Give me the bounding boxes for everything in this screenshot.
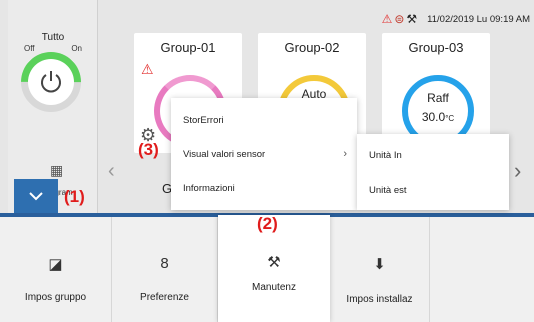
group-settings-icon: ◪ (48, 256, 63, 273)
menu-toggle-button[interactable] (14, 179, 58, 213)
on-label: On (71, 44, 82, 53)
group-title: Group-02 (284, 40, 340, 55)
annotation-2: (2) (257, 214, 278, 233)
bottom-toolbar: ◪ Impos gruppo 8 Preferenze ⚒ Manutenz ⬇… (0, 214, 534, 322)
warning-icon[interactable]: ⚠ (382, 12, 393, 26)
datetime: 11/02/2019 Lu 09:19 AM (427, 13, 530, 25)
maintenance-menu: StorErrori Visual valori sensor › Inform… (171, 98, 357, 210)
group-mode: Raff (427, 91, 449, 105)
toolbar-label: Impos installaz (346, 294, 413, 305)
submenu-item-outdoor-unit[interactable]: Unità est (369, 185, 407, 196)
chevron-right-icon: › (343, 148, 347, 160)
download-icon: ⬇ (373, 256, 386, 273)
maintenance-icon: ⚒ (267, 254, 281, 271)
all-power-label: Tutto (41, 32, 65, 43)
user-icon: 8 (160, 255, 169, 272)
menu-item-sensor-values[interactable]: Visual valori sensor (183, 149, 265, 160)
sensor-submenu: Unità In Unità est (357, 134, 509, 210)
menu-item-error-history[interactable]: StorErrori (183, 115, 224, 126)
calendar-icon: ▦ (50, 162, 64, 178)
group-title: Group-01 (160, 40, 216, 55)
group-title: Group-03 (408, 40, 464, 55)
chevron-down-icon (29, 192, 43, 201)
status-bar: ⚠ ⊜ ⚒ 11/02/2019 Lu 09:19 AM (382, 12, 530, 26)
toolbar-install-settings[interactable]: ⬇ Impos installaz (330, 217, 430, 322)
prev-page-arrow[interactable]: ‹ (108, 160, 115, 183)
menu-item-information[interactable]: Informazioni (183, 183, 235, 194)
toolbar-preferences[interactable]: 8 Preferenze (112, 217, 218, 322)
toolbar-label: Impos gruppo (24, 292, 87, 303)
temp-unit: °C (445, 114, 455, 123)
toolbar-label: Preferenze (140, 292, 189, 303)
error-icon[interactable]: ⊜ (394, 12, 404, 26)
off-label: Off (24, 44, 35, 53)
toolbar-group-settings[interactable]: ◪ Impos gruppo (0, 217, 112, 322)
main-screen: Tutto Off On ▦ Program ⚠ ⊜ ⚒ 11/02/2019 … (0, 0, 534, 217)
toolbar-label: Manutenz (252, 282, 296, 293)
group-temp: 30.0 (421, 110, 446, 124)
next-page-arrow[interactable]: › (514, 158, 521, 184)
warning-icon: ⚠ (141, 61, 154, 77)
submenu-item-indoor-unit[interactable]: Unità In (369, 150, 402, 161)
maintenance-icon[interactable]: ⚒ (406, 12, 417, 26)
power-icon (41, 71, 61, 93)
annotation-3: (3) (138, 140, 159, 159)
annotation-1: (1) (64, 187, 85, 206)
